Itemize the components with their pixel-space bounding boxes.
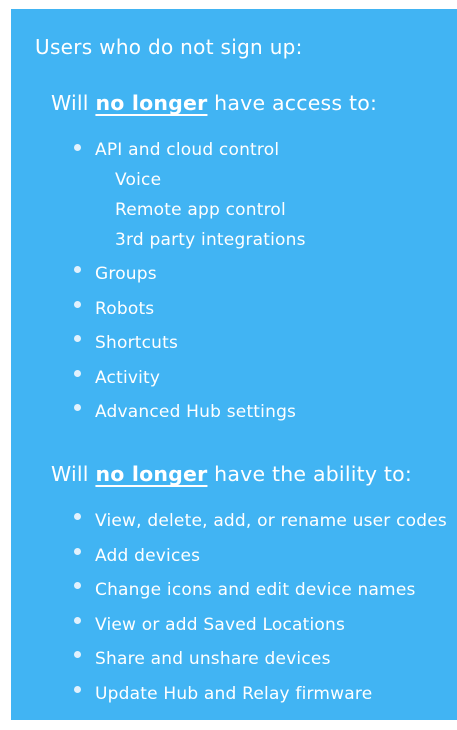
list-item-robots: Robots — [73, 292, 306, 327]
list-item-groups: Groups — [73, 257, 306, 292]
list-item-advanced-hub-settings: Advanced Hub settings — [73, 395, 306, 430]
list-item-label: View, delete, add, or rename user codes — [95, 511, 447, 531]
list-item-saved-locations: View or add Saved Locations — [73, 608, 447, 643]
sub-item-remote-app-control: Remote app control — [115, 200, 286, 220]
list-item-label: Share and unshare devices — [95, 649, 331, 669]
list-item-label: Update Hub and Relay firmware — [95, 683, 373, 704]
ability-title-suffix: have the ability to: — [207, 462, 412, 486]
list-item-add-devices: Add devices — [73, 539, 447, 574]
ability-section-title: Will no longer have the ability to: — [51, 462, 412, 486]
bullet-icon — [74, 547, 81, 555]
bullet-icon — [74, 513, 81, 520]
bullet-icon — [74, 651, 81, 658]
list-item-label: View or add Saved Locations — [95, 614, 346, 635]
list-item-user-codes: View, delete, add, or rename user codes — [73, 504, 447, 539]
list-item-label: Robots — [95, 298, 155, 319]
list-item-activity: Activity — [73, 361, 306, 396]
bullet-icon — [74, 369, 81, 377]
bullet-icon — [74, 582, 81, 589]
bullet-icon — [74, 404, 81, 411]
access-title-prefix: Will — [51, 91, 96, 115]
list-item-icons-device-names: Change icons and edit device names — [73, 573, 447, 608]
list-item-label: API and cloud control — [95, 140, 280, 160]
info-panel: Users who do not sign up: Will no longer… — [11, 9, 457, 720]
sub-item-voice: Voice — [115, 170, 162, 190]
bullet-icon — [74, 266, 81, 273]
bullet-icon — [74, 144, 81, 151]
ability-title-prefix: Will — [51, 462, 96, 486]
list-item-label: Change icons and edit device names — [95, 580, 416, 600]
ability-list: View, delete, add, or rename user codes … — [73, 504, 447, 711]
bullet-icon — [74, 300, 81, 308]
list-item-share-devices: Share and unshare devices — [73, 642, 447, 677]
bullet-icon — [74, 616, 81, 624]
list-item-label: Groups — [95, 264, 157, 284]
list-item-label: Advanced Hub settings — [95, 402, 297, 422]
access-title-suffix: have access to: — [207, 91, 378, 115]
access-list: API and cloud control Voice Remote app c… — [73, 135, 306, 430]
sub-item-third-party: 3rd party integrations — [115, 230, 306, 250]
list-item-label: Activity — [95, 367, 161, 388]
panel-heading: Users who do not sign up: — [35, 35, 303, 59]
list-item-label: Shortcuts — [95, 333, 179, 353]
list-item-api-cloud: API and cloud control Voice Remote app c… — [73, 135, 306, 255]
list-item-update-firmware: Update Hub and Relay firmware — [73, 677, 447, 712]
list-item-label: Add devices — [95, 545, 201, 566]
ability-title-emphasis: no longer — [95, 462, 208, 486]
access-title-emphasis: no longer — [95, 91, 208, 115]
bullet-icon — [74, 685, 81, 693]
access-section-title: Will no longer have access to: — [51, 91, 377, 115]
bullet-icon — [74, 335, 81, 342]
list-item-shortcuts: Shortcuts — [73, 326, 306, 361]
